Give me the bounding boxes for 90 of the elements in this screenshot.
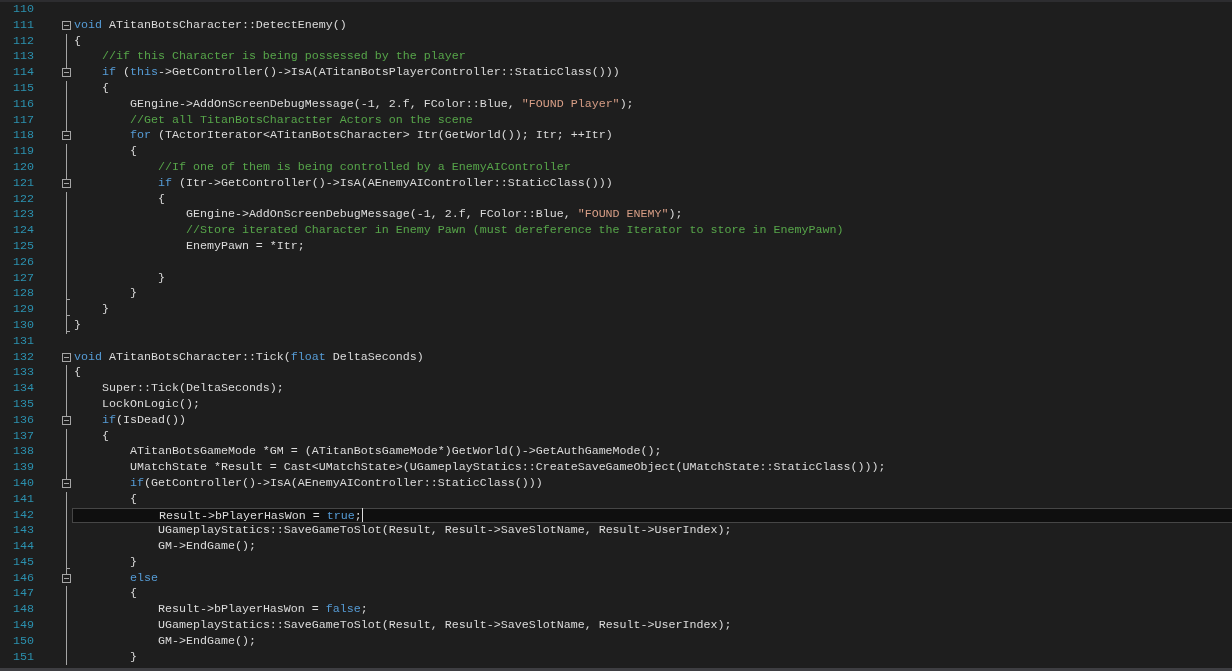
- collapse-icon[interactable]: [62, 478, 71, 488]
- line-number: 139: [12, 460, 34, 476]
- code-line: if(GetController()->IsA(AEnemyAIController::StaticClass())): [129, 475, 543, 492]
- code-line: GEngine->AddOnScreenDebugMessage(-1, 2.f, FColor::Blue, "FOUND Player");: [129, 96, 634, 113]
- line-number: 150: [12, 633, 34, 650]
- line-number: 135: [12, 396, 34, 413]
- code-line: void ATitanBotsCharacter::DetectEnemy(): [74, 17, 347, 34]
- code-line: {: [74, 33, 81, 50]
- code-line: {: [102, 428, 109, 445]
- code-line: ATitanBotsGameMode *GM = (ATitanBotsGameMode*)GetWorld()->GetAuthGameMode();: [129, 444, 662, 461]
- code-line: }: [129, 286, 137, 303]
- line-number: 114: [12, 65, 34, 81]
- line-number: 123: [12, 207, 34, 224]
- code-line: {: [129, 491, 137, 508]
- line-number: 143: [12, 523, 34, 540]
- line-number: 141: [12, 491, 34, 508]
- line-number: 145: [12, 554, 34, 571]
- line-number: 126: [12, 254, 34, 271]
- line-number: 144: [12, 539, 34, 555]
- code-line: }: [129, 649, 137, 666]
- collapse-icon[interactable]: [62, 68, 71, 78]
- code-line: {: [129, 586, 137, 603]
- line-number: 142: [12, 507, 34, 524]
- line-number: 111: [12, 17, 34, 34]
- code-line: //Store iterated Character in Enemy Pawn (must dereference the Iterator to store in EnemyPawn): [185, 223, 844, 239]
- code-line: void ATitanBotsCharacter::Tick(float DeltaSeconds): [74, 349, 424, 366]
- code-line: {: [102, 81, 109, 97]
- code-line: if (Itr->GetController()->IsA(AEnemyAIController::StaticClass())): [157, 175, 613, 192]
- line-number: 113: [12, 49, 34, 66]
- line-number: 117: [12, 112, 34, 129]
- code-line: else: [129, 570, 158, 587]
- line-number: 120: [12, 159, 34, 176]
- code-line: Result->bPlayerHasWon = true;: [158, 508, 362, 523]
- collapse-icon[interactable]: [62, 20, 71, 30]
- code-line: }: [102, 302, 109, 318]
- code-line: Result->bPlayerHasWon = false;: [157, 602, 368, 619]
- line-number: 132: [12, 349, 34, 366]
- line-number: 134: [12, 381, 34, 397]
- code-line: //if this Character is being possessed by the player: [102, 49, 466, 66]
- line-number: 127: [12, 270, 34, 287]
- code-line: GEngine->AddOnScreenDebugMessage(-1, 2.f, FColor::Blue, "FOUND ENEMY");: [185, 207, 683, 224]
- line-number: 137: [12, 428, 34, 445]
- code-line: }: [74, 317, 81, 334]
- code-line: UGameplayStatics::SaveGameToSlot(Result, Result->SaveSlotName, Result->UserIndex);: [157, 618, 732, 634]
- code-line: GM->EndGame();: [157, 539, 256, 555]
- line-number: 116: [12, 96, 34, 113]
- collapse-icon[interactable]: [62, 131, 71, 141]
- code-line: //Get all TitanBotsCharactter Actors on the scene: [129, 112, 473, 129]
- code-line: EnemyPawn = *Itr;: [185, 238, 305, 255]
- collapse-icon[interactable]: [62, 178, 71, 188]
- code-line: GM->EndGame();: [157, 633, 256, 650]
- line-number: 146: [12, 570, 34, 587]
- line-number: 138: [12, 444, 34, 461]
- line-number: 131: [12, 333, 34, 350]
- line-number: 122: [12, 191, 34, 208]
- text-cursor: [361, 508, 363, 523]
- line-number: 140: [12, 475, 34, 492]
- line-number: 136: [12, 412, 34, 429]
- line-number: 121: [12, 175, 34, 192]
- line-number: 151: [12, 649, 34, 666]
- code-line: }: [157, 270, 165, 287]
- code-line: //If one of them is being controlled by a EnemyAIController: [157, 159, 571, 176]
- code-line: {: [129, 144, 137, 160]
- line-number: 115: [12, 81, 34, 97]
- line-number: 119: [12, 144, 34, 160]
- line-number: 124: [12, 223, 34, 239]
- code-line: {: [157, 191, 165, 208]
- code-line: UGameplayStatics::SaveGameToSlot(Result, Result->SaveSlotName, Result->UserIndex);: [157, 523, 732, 540]
- line-number: 149: [12, 618, 34, 634]
- code-line: if(IsDead()): [102, 412, 186, 429]
- line-number: 130: [12, 317, 34, 334]
- code-line: for (TActorIterator<ATitanBotsCharacter> Itr(GetWorld()); Itr; ++Itr): [129, 128, 613, 145]
- line-number: 147: [12, 586, 34, 603]
- line-number: 125: [12, 238, 34, 255]
- line-number: 112: [12, 33, 34, 50]
- collapse-icon[interactable]: [62, 573, 71, 583]
- line-number: 110: [12, 2, 34, 18]
- line-number: 128: [12, 286, 34, 303]
- code-line: if (this->GetController()->IsA(ATitanBotsPlayerController::StaticClass())): [102, 65, 620, 81]
- code-line: Super::Tick(DeltaSeconds);: [102, 381, 284, 397]
- code-line: }: [129, 554, 137, 571]
- collapse-icon[interactable]: [62, 415, 71, 425]
- line-number: 129: [12, 302, 34, 318]
- code-line: LockOnLogic();: [102, 396, 200, 413]
- line-number: 133: [12, 365, 34, 382]
- code-line: {: [74, 365, 81, 382]
- collapse-icon[interactable]: [62, 352, 71, 362]
- line-number: 118: [12, 128, 34, 145]
- line-number: 148: [12, 602, 34, 619]
- code-line: UMatchState *Result = Cast<UMatchState>(UGameplayStatics::CreateSaveGameObject(UMatchState::StaticClass()));: [129, 460, 886, 476]
